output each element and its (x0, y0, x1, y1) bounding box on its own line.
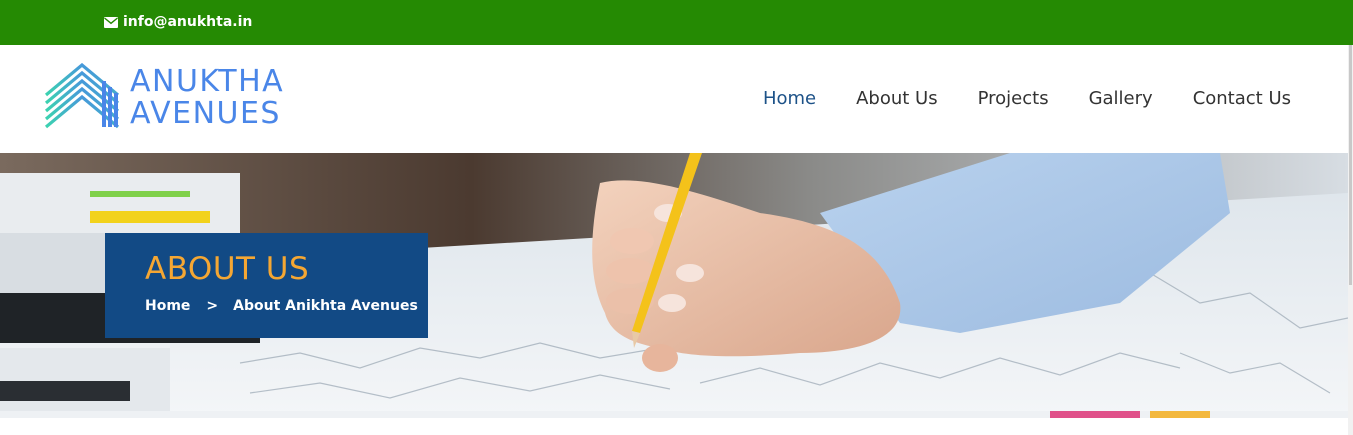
site-header: ANUKTHA AVENUES Home About Us Projects G… (0, 45, 1353, 153)
nav-gallery[interactable]: Gallery (1089, 88, 1153, 109)
logo-wordmark: ANUKTHA AVENUES (130, 63, 284, 129)
page-title: ABOUT US (145, 251, 310, 287)
envelope-icon (104, 16, 118, 28)
page-scrollbar[interactable] (1348, 45, 1353, 435)
breadcrumb: Home > About Anikhta Avenues (145, 298, 418, 314)
main-nav: Home About Us Projects Gallery Contact U… (763, 88, 1291, 109)
site-logo[interactable]: ANUKTHA AVENUES (44, 63, 294, 133)
nav-projects[interactable]: Projects (978, 88, 1049, 109)
nav-about-us[interactable]: About Us (856, 88, 938, 109)
page-banner: ABOUT US Home > About Anikhta Avenues (0, 153, 1348, 418)
logo-line-1: ANUKTHA (130, 64, 285, 99)
chevron-right-icon: > (206, 298, 219, 314)
building-chevron-logo-icon (44, 63, 120, 129)
breadcrumb-home[interactable]: Home (145, 298, 190, 314)
scrollbar-thumb[interactable] (1349, 45, 1352, 285)
logo-line-2: AVENUES (130, 96, 281, 131)
email-link[interactable]: info@anukhta.in (104, 13, 252, 31)
top-bar: info@anukhta.in (0, 0, 1353, 45)
nav-home[interactable]: Home (763, 88, 816, 109)
page-title-box: ABOUT US Home > About Anikhta Avenues (105, 233, 428, 338)
email-text: info@anukhta.in (123, 14, 253, 30)
breadcrumb-current: About Anikhta Avenues (233, 298, 418, 314)
nav-contact-us[interactable]: Contact Us (1193, 88, 1291, 109)
